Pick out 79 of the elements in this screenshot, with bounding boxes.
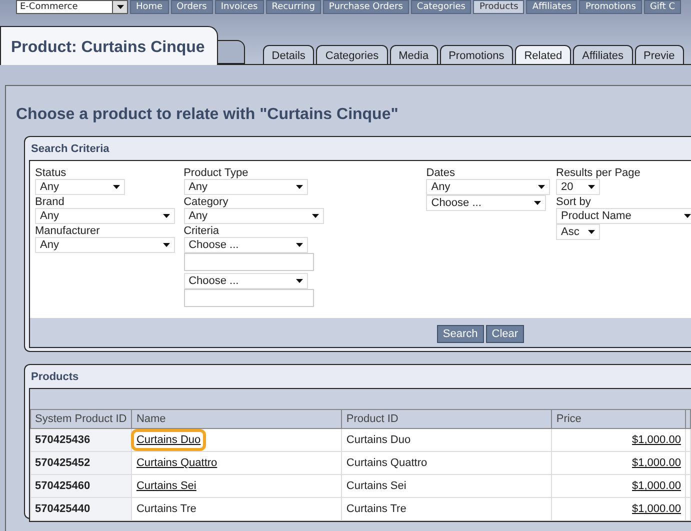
field-label: Status [35,167,66,179]
dropdown[interactable]: Product Name [556,208,691,224]
field-label: Category [184,196,228,208]
table-cell: 570425460 [30,474,132,498]
tab[interactable]: Promotions [440,45,514,64]
caret-icon [534,201,542,205]
dropdown[interactable]: Choose ... [184,273,308,289]
caret-icon [163,214,170,218]
field-label: Product Type [184,167,248,179]
table-cell: Curtains Tre [342,498,552,520]
caret-icon [312,214,319,218]
tab[interactable]: Categories [316,45,388,64]
dropdown[interactable]: 20 [556,179,600,195]
field-label: Results per Page [556,167,640,179]
nav-tab[interactable]: Gift C [644,0,682,14]
nav-tab[interactable]: Affiliates [526,0,578,14]
caret-icon [684,214,691,218]
page-title: Product: Curtains Cinque [0,26,218,65]
product-link[interactable]: Curtains Duo [136,434,201,446]
action-button[interactable]: Clear [486,325,524,343]
column-header[interactable]: Price [552,410,686,428]
dropdown[interactable]: Any [35,237,175,253]
dropdown[interactable]: Any [184,208,324,224]
price-link[interactable]: $1,000.00 [632,503,681,515]
dropdown[interactable]: Any [184,179,308,195]
dropdown[interactable]: Any [426,179,550,195]
panel-title: Search Criteria [30,142,110,157]
tab[interactable]: Media [390,45,438,64]
dropdown[interactable]: Choose ... [426,195,546,211]
price-link[interactable]: $1,000.00 [632,480,681,492]
nav-tab[interactable]: Products [473,0,524,14]
table-cell: 570425436 [30,428,132,452]
table-cell: Curtains Quattro [342,452,552,474]
column-header[interactable]: System Product ID [30,410,132,428]
caret-icon [538,185,546,189]
store-dropdown[interactable]: E-Commerce [16,0,128,14]
table-cell: Curtains Duo [342,428,552,452]
nav-tab[interactable]: Invoices [214,0,264,14]
caret-icon [113,185,120,189]
tab[interactable]: Affiliates [573,45,633,64]
field-label: Sort by [556,196,591,208]
caret-icon [296,279,303,283]
table-cell: 570425452 [30,452,132,474]
input-field[interactable] [184,253,314,271]
table-cell: Curtains Tre [136,503,196,515]
dropdown[interactable]: Any [35,179,125,195]
page-heading: Choose a product to relate with "Curtains Cinque" [15,105,400,125]
tab[interactable]: Related [515,45,572,64]
input-field[interactable] [184,289,314,307]
caret-icon [163,243,170,247]
table-cell: Curtains Sei [342,474,552,498]
product-link[interactable]: Curtains Sei [136,480,196,492]
nav-tab[interactable]: Purchase Orders [322,0,409,14]
field-label: Dates [426,167,455,179]
action-button[interactable]: Search [436,325,484,343]
field-label: Brand [35,196,64,208]
dropdown[interactable]: Any [35,208,175,224]
dropdown[interactable]: Asc [556,224,600,240]
price-link[interactable]: $1,000.00 [632,434,681,446]
caret-icon [588,230,595,234]
tab[interactable]: Details [262,45,314,64]
nav-tab[interactable]: Promotions [579,0,642,14]
caret-icon [116,5,124,9]
nav-tab[interactable]: Orders [170,0,213,14]
field-label: Manufacturer [35,225,100,237]
column-header[interactable]: Product ID [342,410,552,428]
price-link[interactable]: $1,000.00 [632,457,681,469]
nav-tab[interactable]: Home [130,0,169,14]
caret-icon [296,243,303,247]
caret-icon [296,185,303,189]
field-label: Criteria [184,225,220,237]
panel-title: Products [30,370,80,385]
table-cell: 570425440 [30,498,132,520]
caret-icon [588,185,595,189]
tab[interactable]: Previe [634,45,684,64]
dropdown[interactable]: Choose ... [184,237,308,253]
nav-tab[interactable]: Categories [410,0,472,14]
column-header[interactable]: Name [132,410,342,428]
nav-tab[interactable]: Recurring [266,0,321,14]
